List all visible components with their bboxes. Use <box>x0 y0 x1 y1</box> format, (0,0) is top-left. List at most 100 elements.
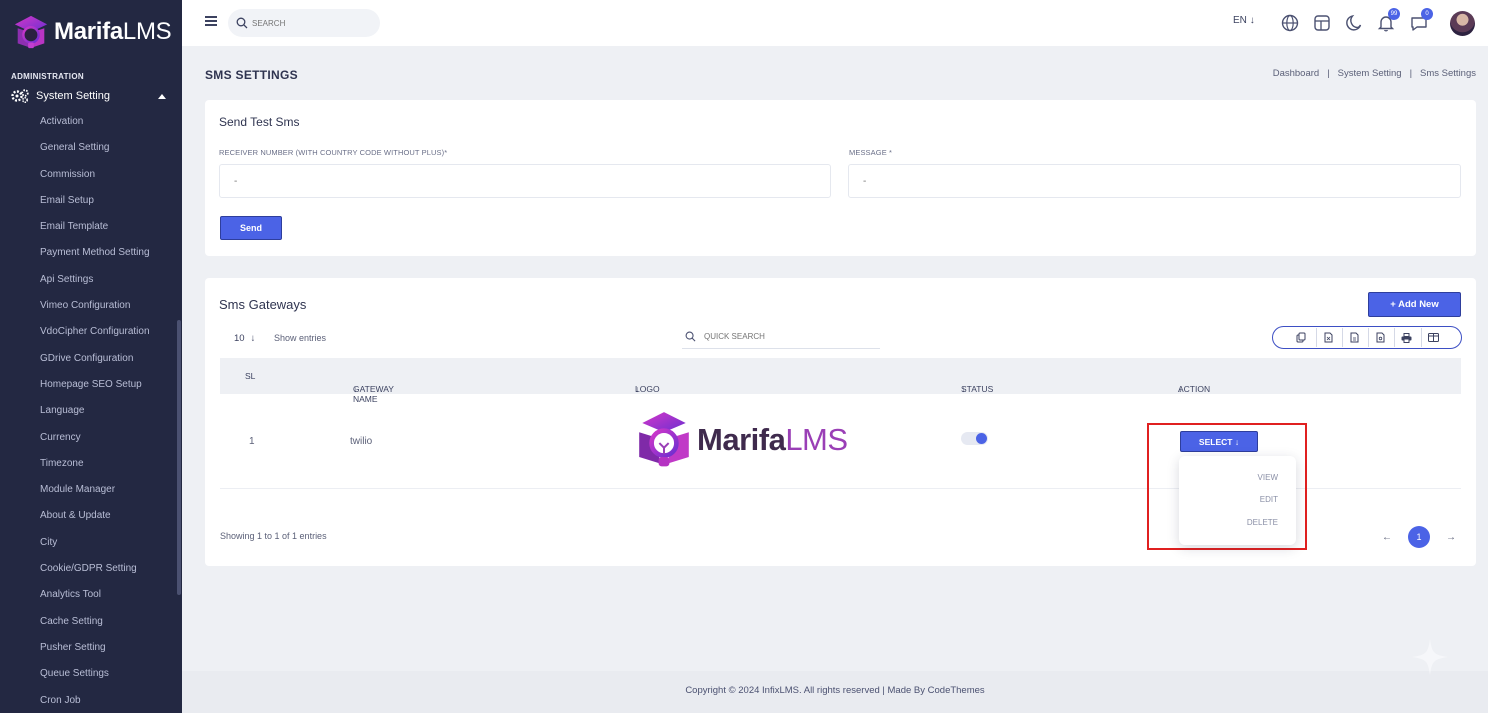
sidebar: MarifaLMS ADMINISTRATION System Setting … <box>0 0 182 713</box>
copy-button[interactable] <box>1289 328 1313 347</box>
cell-sl: 1 <box>249 436 255 447</box>
arrow-down-icon: ↓ <box>1249 15 1255 26</box>
sidebar-item-cookie-gdpr-setting[interactable]: Cookie/GDPR Setting <box>0 556 182 582</box>
layout-icon[interactable] <box>1312 13 1332 33</box>
search-icon <box>685 331 696 342</box>
page-1-button[interactable]: 1 <box>1408 526 1430 548</box>
receiver-number-label: RECEIVER NUMBER (WITH COUNTRY CODE WITHO… <box>219 148 448 157</box>
arrow-down-icon: ↓ <box>1234 436 1240 447</box>
export-pdf-button[interactable] <box>1368 328 1392 347</box>
gears-icon <box>11 89 29 103</box>
sidebar-item-module-manager[interactable]: Module Manager <box>0 477 182 503</box>
select-action-button[interactable]: SELECT ↓ <box>1180 431 1258 452</box>
sidebar-item-about-update[interactable]: About & Update <box>0 503 182 529</box>
arrow-down-icon: ↓ <box>250 332 256 344</box>
hamburger-menu-icon[interactable] <box>205 16 217 26</box>
footer: Copyright © 2024 InfixLMS. All rights re… <box>182 671 1488 713</box>
topbar: EN ↓ 99 0 <box>182 0 1488 46</box>
sidebar-item-commission[interactable]: Commission <box>0 162 182 188</box>
receiver-number-input[interactable] <box>219 164 831 198</box>
search-icon <box>236 17 248 29</box>
sidebar-item-homepage-seo-setup[interactable]: Homepage SEO Setup <box>0 372 182 398</box>
file-pdf-icon <box>1376 332 1385 343</box>
action-delete[interactable]: DELETE <box>1247 518 1278 527</box>
notification-badge: 99 <box>1388 8 1400 20</box>
notification-button[interactable]: 99 <box>1376 8 1400 33</box>
sidebar-item-vdocipher-configuration[interactable]: VdoCipher Configuration <box>0 319 182 345</box>
entries-control: 10 ↓ Show entries <box>220 329 326 347</box>
sidebar-item-pusher-setting[interactable]: Pusher Setting <box>0 635 182 661</box>
export-toolbar <box>1272 326 1462 349</box>
arrow-left-icon: ← <box>1382 531 1392 543</box>
table-header: SL ↓ GATEWAY NAME ↓ LOGO ↓ STATUS ↓ ACTI… <box>220 358 1461 404</box>
sidebar-item-general-setting[interactable]: General Setting <box>0 135 182 161</box>
sidebar-item-email-template[interactable]: Email Template <box>0 214 182 240</box>
export-csv-button[interactable] <box>1341 328 1366 347</box>
sidebar-item-activation[interactable]: Activation <box>0 109 182 135</box>
entries-select[interactable]: 10 ↓ <box>220 329 258 347</box>
next-page-button[interactable]: → <box>1440 526 1462 548</box>
action-edit[interactable]: EDIT <box>1260 495 1278 504</box>
quick-search[interactable] <box>682 325 880 349</box>
sidebar-item-queue-settings[interactable]: Queue Settings <box>0 661 182 687</box>
message-badge: 0 <box>1421 8 1433 20</box>
breadcrumb-system-setting[interactable]: System Setting <box>1338 68 1402 79</box>
message-input[interactable] <box>848 164 1461 198</box>
sms-gateways-title: Sms Gateways <box>219 297 307 312</box>
sidebar-item-email-setup[interactable]: Email Setup <box>0 188 182 214</box>
sidebar-item-analytics-tool[interactable]: Analytics Tool <box>0 582 182 608</box>
brand-name: MarifaLMS <box>54 18 172 45</box>
sidebar-item-cache-setting[interactable]: Cache Setting <box>0 609 182 635</box>
column-status-label: STATUS <box>961 384 994 394</box>
sidebar-item-vimeo-configuration[interactable]: Vimeo Configuration <box>0 293 182 319</box>
send-button[interactable]: Send <box>220 216 282 240</box>
pagination: ← 1 → <box>1376 526 1462 548</box>
user-avatar[interactable] <box>1450 11 1475 36</box>
globe-icon[interactable] <box>1280 13 1300 33</box>
lightbulb-logo-icon <box>639 412 689 467</box>
brand-logo[interactable]: MarifaLMS <box>0 0 182 64</box>
status-toggle[interactable] <box>961 432 988 445</box>
showing-entries-text: Showing 1 to 1 of 1 entries <box>220 531 327 541</box>
copy-icon <box>1296 332 1306 343</box>
brand-lightbulb-icon <box>14 15 48 49</box>
messages-button[interactable]: 0 <box>1409 8 1433 33</box>
sidebar-item-gdrive-configuration[interactable]: GDrive Configuration <box>0 346 182 372</box>
cell-gateway-name: twilio <box>350 436 373 447</box>
print-button[interactable] <box>1394 328 1418 347</box>
sidebar-item-timezone[interactable]: Timezone <box>0 451 182 477</box>
sidebar-section-label: ADMINISTRATION <box>11 72 84 81</box>
search-input[interactable] <box>252 18 372 28</box>
sidebar-item-api-settings[interactable]: Api Settings <box>0 267 182 293</box>
sidebar-item-currency[interactable]: Currency <box>0 425 182 451</box>
column-visibility-button[interactable] <box>1420 328 1445 347</box>
sidebar-item-city[interactable]: City <box>0 530 182 556</box>
column-sl[interactable]: SL <box>245 371 255 381</box>
export-excel-button[interactable] <box>1315 328 1340 347</box>
prev-page-button[interactable]: ← <box>1376 526 1398 548</box>
breadcrumb-separator: | <box>1409 68 1413 79</box>
sidebar-item-cron-job[interactable]: Cron Job <box>0 688 182 713</box>
breadcrumb-dashboard[interactable]: Dashboard <box>1273 68 1319 79</box>
sidebar-group-system-setting[interactable]: System Setting <box>11 89 182 103</box>
file-excel-icon <box>1324 332 1333 343</box>
sidebar-scrollbar[interactable] <box>177 320 181 595</box>
global-search[interactable] <box>228 9 380 37</box>
column-logo-label: LOGO <box>635 384 660 394</box>
moon-icon[interactable] <box>1344 13 1364 33</box>
entries-label: Show entries <box>274 333 327 343</box>
sidebar-item-payment-method-setting[interactable]: Payment Method Setting <box>0 240 182 266</box>
sidebar-item-language[interactable]: Language <box>0 398 182 424</box>
arrow-right-icon: → <box>1446 531 1456 543</box>
page-title: SMS SETTINGS <box>205 68 298 82</box>
action-view[interactable]: VIEW <box>1258 473 1278 482</box>
add-new-button[interactable]: + Add New <box>1368 292 1461 317</box>
language-value: EN <box>1233 15 1247 26</box>
breadcrumb-separator: | <box>1327 68 1330 79</box>
action-dropdown-menu: VIEW EDIT DELETE <box>1179 456 1296 545</box>
language-selector[interactable]: EN ↓ <box>1233 15 1255 26</box>
gateway-logo: MarifaLMS <box>633 409 848 471</box>
quick-search-input[interactable] <box>704 332 874 341</box>
breadcrumb: Dashboard | System Setting | Sms Setting… <box>1273 68 1476 79</box>
caret-up-icon[interactable] <box>158 93 166 99</box>
